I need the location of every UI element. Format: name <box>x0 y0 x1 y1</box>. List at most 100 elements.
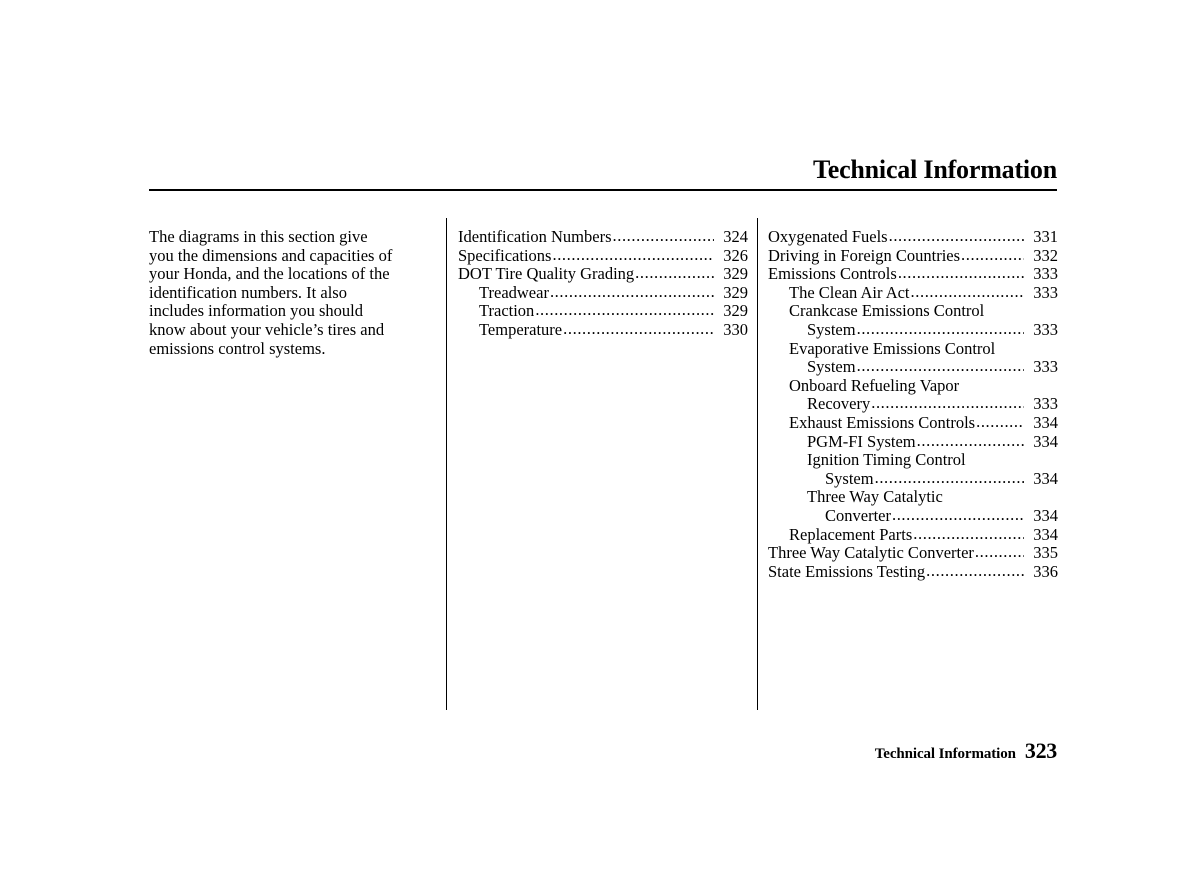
toc-dot-leader <box>911 283 1024 302</box>
manual-page: Technical Information The diagrams in th… <box>0 0 1200 892</box>
toc-list-right: Oxygenated Fuels331Driving in Foreign Co… <box>768 227 1058 582</box>
toc-entry[interactable]: Replacement Parts 334 <box>789 524 1058 545</box>
toc-dot-leader <box>961 246 1024 265</box>
toc-entry-page-number: 334 <box>1033 468 1058 488</box>
toc-column-right: Oxygenated Fuels331Driving in Foreign Co… <box>768 227 1058 582</box>
toc-entry-label: System <box>825 468 874 488</box>
footer-section-name: Technical Information <box>874 746 1016 762</box>
toc-dot-leader <box>976 413 1024 432</box>
toc-entry[interactable]: Three Way Catalytic Converter 335 <box>768 543 1058 563</box>
toc-dot-leader <box>892 506 1024 525</box>
toc-dot-leader <box>563 320 714 339</box>
toc-entry[interactable]: System 334 <box>825 468 1058 489</box>
toc-dot-leader <box>926 562 1024 581</box>
toc-entry-label: Recovery <box>807 394 871 414</box>
toc-entry-label: Replacement Parts <box>789 524 913 544</box>
toc-entry[interactable]: DOT Tire Quality Grading 329 <box>458 265 748 284</box>
toc-entry[interactable]: Treadwear 329 <box>479 282 748 303</box>
toc-entry[interactable]: Exhaust Emissions Controls 334 <box>789 412 1058 433</box>
toc-entry[interactable]: Crankcase Emissions Control <box>789 302 1058 321</box>
footer-page-number: 323 <box>1024 738 1057 763</box>
toc-dot-leader <box>917 432 1024 451</box>
toc-entry-label: Three Way Catalytic <box>807 487 943 507</box>
toc-entry[interactable]: Recovery 333 <box>807 395 1058 414</box>
toc-entry-label: PGM-FI System <box>807 431 916 451</box>
toc-entry-page-number: 332 <box>1033 245 1058 265</box>
toc-entry-label: Emissions Controls <box>768 264 897 284</box>
page-title: Technical Information <box>812 155 1057 184</box>
toc-entry-page-number: 333 <box>1033 264 1058 284</box>
toc-entry[interactable]: Evaporative Emissions Control <box>789 338 1058 359</box>
toc-entry[interactable]: Converter 334 <box>825 505 1058 526</box>
toc-entry-page-number: 333 <box>1033 282 1058 302</box>
toc-entry-label: Temperature <box>479 319 563 339</box>
toc-entry-label: Driving in Foreign Countries <box>768 245 961 265</box>
toc-entry-page-number: 329 <box>723 282 748 302</box>
toc-entry-label: Crankcase Emissions Control <box>789 301 985 321</box>
intro-line: know about your vehicle’s tires and <box>149 319 385 339</box>
toc-entry[interactable]: Oxygenated Fuels 331 <box>768 227 1058 247</box>
intro-column: The diagrams in this section give you the… <box>149 227 429 358</box>
toc-dot-leader <box>875 469 1024 488</box>
toc-entry[interactable]: Three Way Catalytic <box>807 488 1058 507</box>
toc-entry[interactable]: PGM-FI System 334 <box>807 431 1058 452</box>
intro-line: emissions control systems. <box>149 338 326 358</box>
toc-entry[interactable]: Driving in Foreign Countries 332 <box>768 245 1058 266</box>
toc-dot-leader <box>552 246 714 265</box>
toc-entry-label: Onboard Refueling Vapor <box>789 375 960 395</box>
toc-entry[interactable]: The Clean Air Act 333 <box>789 282 1058 303</box>
toc-dot-leader <box>913 525 1024 544</box>
toc-entry[interactable]: State Emissions Testing 336 <box>768 561 1058 582</box>
toc-dot-leader <box>975 543 1024 562</box>
intro-line: you the dimensions and capacities of <box>149 245 393 265</box>
toc-entry-label: State Emissions Testing <box>768 561 926 581</box>
toc-entry[interactable]: Traction 329 <box>479 302 748 321</box>
toc-dot-leader <box>613 227 715 246</box>
toc-entry-page-number: 326 <box>723 245 748 265</box>
toc-entry-page-number: 329 <box>723 264 748 284</box>
toc-entry-label: Oxygenated Fuels <box>768 227 888 246</box>
toc-entry-label: System <box>807 319 856 339</box>
toc-entry[interactable]: Temperature 330 <box>479 319 748 340</box>
page-footer: Technical Information 323 <box>149 738 1058 764</box>
intro-line: The diagrams in this section give <box>149 227 368 246</box>
toc-dot-leader <box>857 357 1024 376</box>
toc-entry-page-number: 335 <box>1033 543 1058 563</box>
intro-line: your Honda, and the locations of the <box>149 264 390 284</box>
toc-entry-label: Ignition Timing Control <box>807 450 966 470</box>
toc-entry-label: Identification Numbers <box>458 227 612 246</box>
toc-entry-label: The Clean Air Act <box>789 282 910 302</box>
toc-dot-leader <box>535 301 714 320</box>
toc-entry[interactable]: Ignition Timing Control <box>807 450 1058 470</box>
toc-entry-page-number: 334 <box>1033 524 1058 544</box>
toc-entry-label: Three Way Catalytic Converter <box>768 543 974 563</box>
toc-entry-page-number: 334 <box>1033 505 1058 525</box>
toc-entry[interactable]: Identification Numbers 324 <box>458 227 748 247</box>
toc-entry[interactable]: Specifications 326 <box>458 245 748 266</box>
toc-entry-label: Specifications <box>458 245 552 265</box>
toc-entry[interactable]: System 333 <box>807 358 1058 377</box>
header-divider-rule <box>149 189 1057 191</box>
toc-entry-page-number: 333 <box>1033 394 1058 414</box>
toc-dot-leader <box>871 394 1024 413</box>
toc-entry[interactable]: Onboard Refueling Vapor <box>789 375 1058 396</box>
toc-dot-leader <box>889 227 1024 246</box>
toc-entry[interactable]: Emissions Controls 333 <box>768 265 1058 284</box>
toc-entry-label: Evaporative Emissions Control <box>789 338 996 358</box>
toc-entry-page-number: 334 <box>1033 431 1058 451</box>
toc-entry-label: DOT Tire Quality Grading <box>458 264 635 284</box>
toc-entry-page-number: 330 <box>723 319 748 339</box>
toc-entry-label: Converter <box>825 505 891 525</box>
toc-dot-leader <box>550 283 714 302</box>
toc-dot-leader <box>857 320 1024 339</box>
intro-paragraph: The diagrams in this section give you the… <box>149 227 429 358</box>
toc-entry-label: Traction <box>479 301 535 321</box>
toc-entry-page-number: 333 <box>1033 319 1058 339</box>
toc-entry-label: System <box>807 357 856 377</box>
toc-dot-leader <box>898 264 1024 283</box>
toc-entry[interactable]: System 333 <box>807 319 1058 340</box>
toc-entry-page-number: 329 <box>723 301 748 321</box>
intro-line: includes information you should <box>149 301 364 321</box>
toc-entry-label: Exhaust Emissions Controls <box>789 412 976 432</box>
toc-entry-page-number: 334 <box>1033 412 1058 432</box>
